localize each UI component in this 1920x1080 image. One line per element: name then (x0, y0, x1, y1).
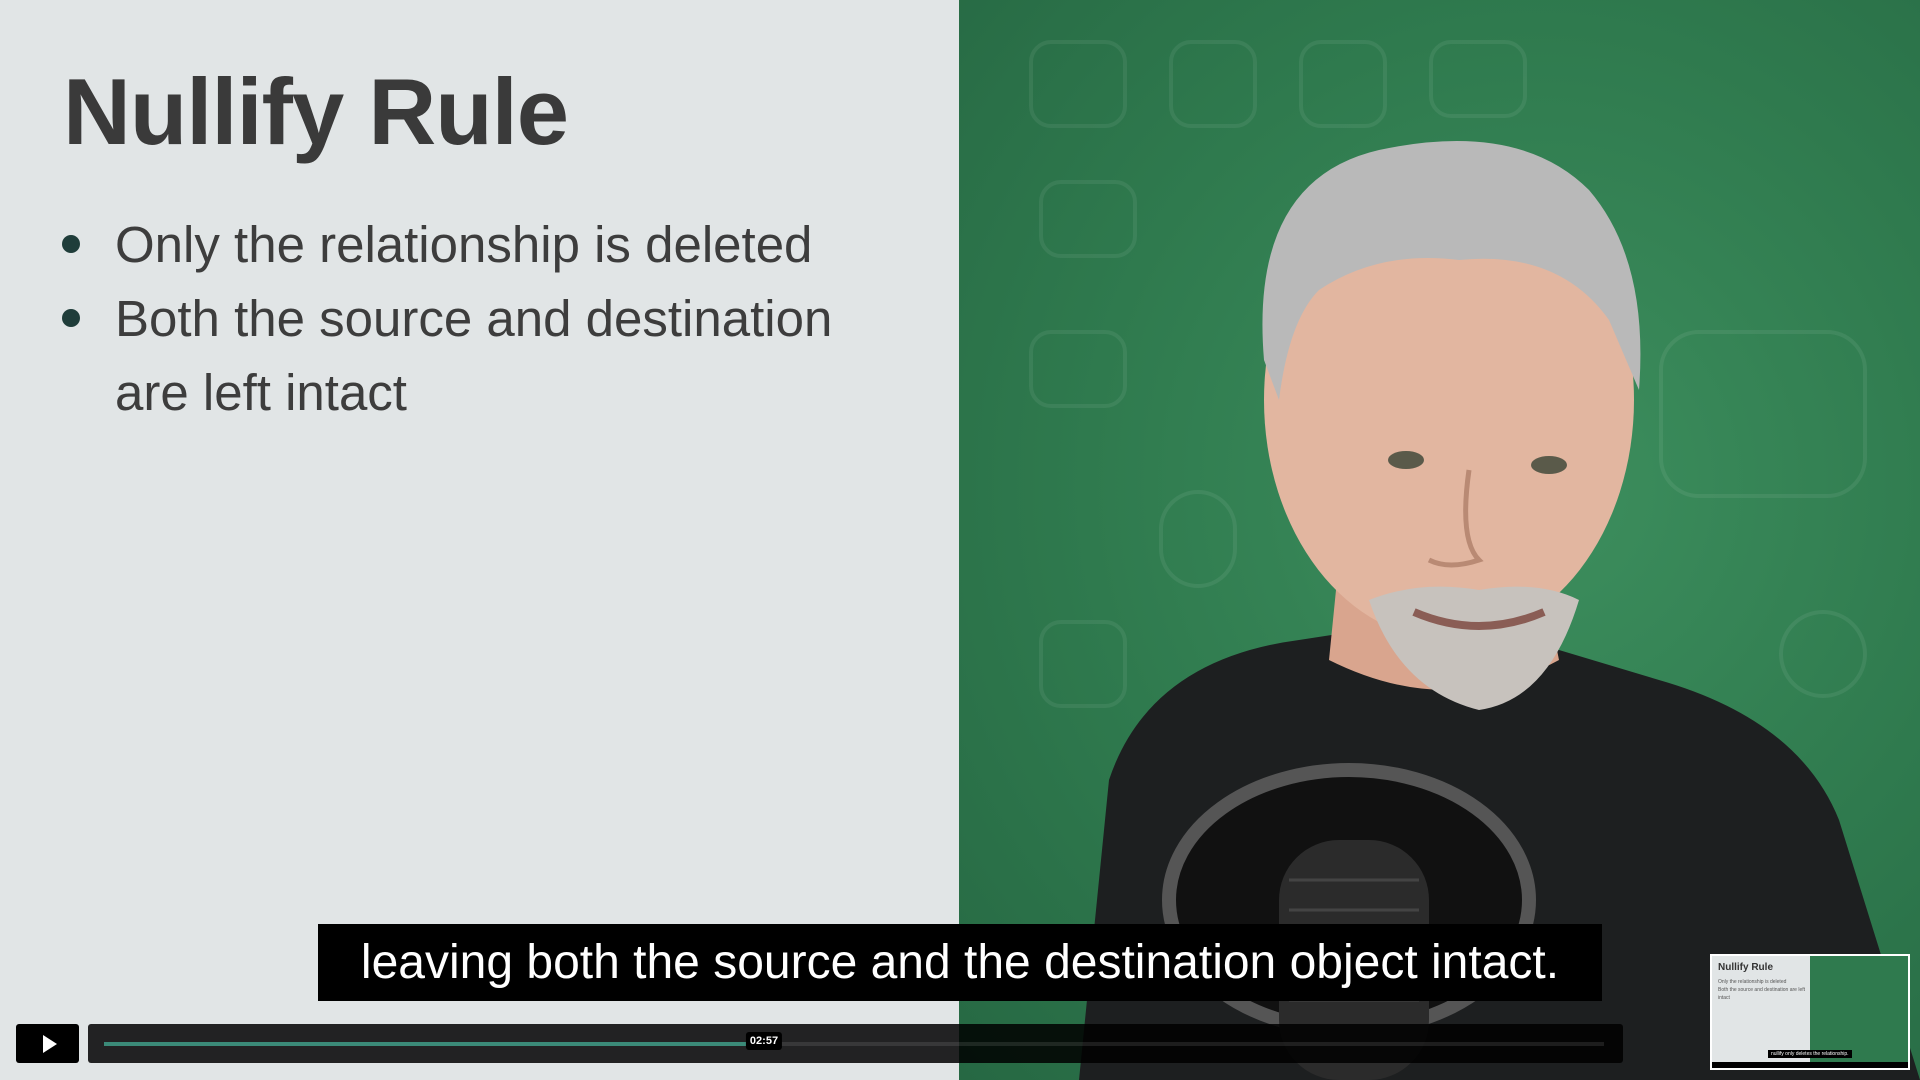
slide-bullet-text: Both the source and destination are left… (115, 290, 833, 421)
presenter-illustration (1079, 141, 1920, 1080)
video-frame[interactable]: Nullify Rule Only the relationship is de… (0, 0, 1920, 1080)
play-button[interactable] (16, 1024, 79, 1063)
thumbnail-bullets: Only the relationship is deleted Both th… (1718, 978, 1806, 1002)
progress-bar[interactable]: 02:57 (88, 1024, 1623, 1063)
subtitle-caption: leaving both the source and the destinat… (318, 924, 1602, 1001)
thumbnail-bullet: Both the source and destination are left… (1718, 987, 1806, 1001)
thumbnail-preview: Nullify Rule Only the relationship is de… (1710, 954, 1910, 1070)
thumbnail-caption: nullify only deletes the relationship. (1768, 1050, 1852, 1058)
slide-title: Nullify Rule (63, 59, 569, 164)
presenter-camera (959, 0, 1920, 1080)
thumbnail-title: Nullify Rule (1718, 962, 1774, 973)
slide-panel: Nullify Rule Only the relationship is de… (0, 0, 959, 1080)
slide-bullet: Only the relationship is deleted (60, 208, 875, 282)
slide-bullet: Both the source and destination are left… (60, 282, 875, 430)
progress-fill (104, 1042, 764, 1046)
slide-bullet-list: Only the relationship is deleted Both th… (60, 208, 875, 430)
thumbnail-progress-bar (1712, 1062, 1908, 1068)
slide-bullet-text: Only the relationship is deleted (115, 216, 813, 273)
thumbnail-bullet: Only the relationship is deleted (1718, 979, 1787, 985)
progress-track: 02:57 (104, 1032, 1604, 1050)
play-icon (42, 1034, 57, 1053)
time-tooltip: 02:57 (745, 1032, 783, 1050)
bullet-dot-icon (62, 309, 80, 327)
bullet-dot-icon (62, 235, 80, 253)
